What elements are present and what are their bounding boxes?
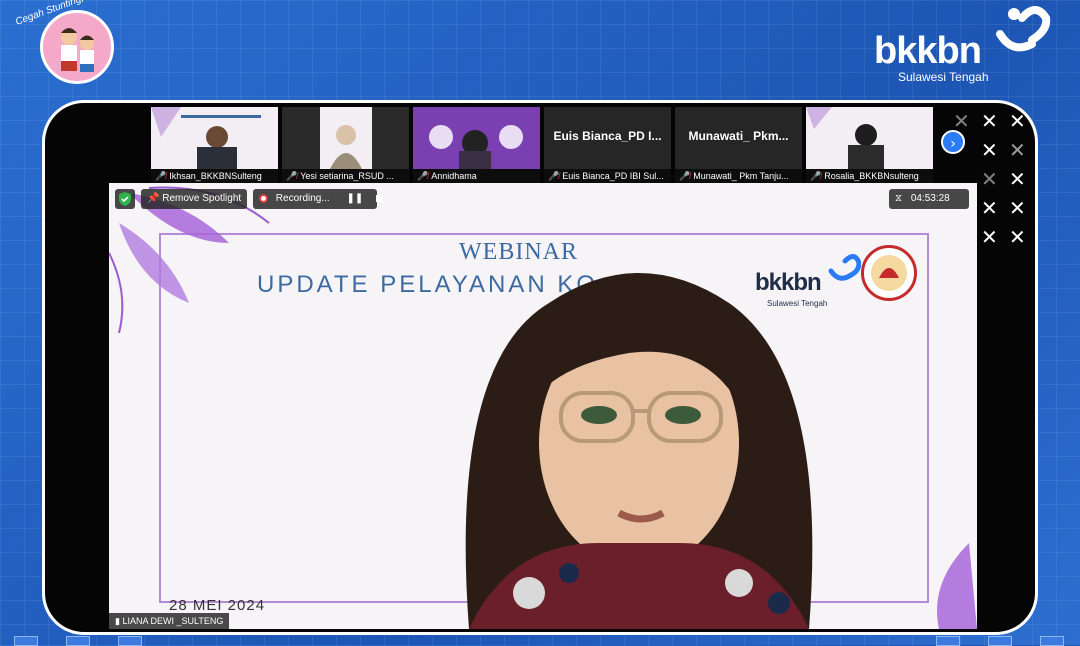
participant-name: 🎤̸ Ikhsan_BKKBNSulteng <box>151 169 278 183</box>
timer-value: 04:53:28 <box>910 193 950 204</box>
x-decoration-icon: ✕ <box>1009 167 1026 191</box>
x-decoration-icon: ✕ <box>1009 196 1026 220</box>
brand-name: bkkbn <box>874 30 982 72</box>
meeting-window: 🎤̸ Ikhsan_BKKBNSulteng 🎤̸ Yesi setiarina_R… <box>42 100 1038 635</box>
participant-name-text: Munawati_ Pkm Tanju... <box>693 171 789 181</box>
x-decoration-icon: ✕ <box>981 225 998 249</box>
participant-video <box>151 107 278 169</box>
chevron-right-icon: › <box>950 136 956 152</box>
brand-region: Sulawesi Tengah <box>898 70 989 84</box>
participant-label: Munawati_ Pkm... <box>688 129 789 143</box>
participant-tile[interactable]: 🎤̸ Yesi setiarina_RSUD ... <box>282 107 409 183</box>
mic-muted-icon: 🎤̸ <box>548 171 560 181</box>
participant-name-text: Annidhama <box>431 171 477 181</box>
leaf-decoration <box>937 543 977 629</box>
x-decoration-icon: ✕ <box>981 167 998 191</box>
participant-tile[interactable]: 🎤̸ Ikhsan_BKKBNSulteng <box>151 107 278 183</box>
participant-name: 🎤̸ Munawati_ Pkm Tanju... <box>675 169 802 183</box>
participant-label: Euis Bianca_PD I... <box>553 129 662 143</box>
bkkbn-logo: bkkbn Sulawesi Tengah <box>874 4 1054 84</box>
speaker-video <box>465 273 813 629</box>
mic-muted-icon: 🎤̸ <box>810 171 822 181</box>
participant-name: 🎤̸ Rosalia_BKKBNsulteng <box>806 169 933 183</box>
slide-date: 28 MEI 2024 <box>169 597 266 614</box>
brand-mark-icon <box>996 6 1051 52</box>
active-speaker-view: WEBINAR UPDATE PELAYANAN KO bkkbn Sulawe… <box>109 183 977 629</box>
record-dot-icon <box>259 193 268 203</box>
participant-tile[interactable]: 🎤̸ Annidhama <box>413 107 540 183</box>
participant-name-text: Rosalia_BKKBNsulteng <box>824 171 919 181</box>
remove-spotlight-button[interactable]: 📌 Remove Spotlight <box>141 189 248 209</box>
mic-muted-icon: 🎤̸ <box>679 171 691 181</box>
x-decoration-icon: ✕ <box>1009 109 1026 133</box>
meeting-timer: ⧖ 04:53:28 <box>889 189 969 209</box>
recording-label: Recording... <box>275 193 330 204</box>
x-decoration-icon: ✕ <box>981 196 998 220</box>
x-decoration-icon: ✕ <box>981 138 998 162</box>
participant-name-text: Euis Bianca_PD IBI Sul... <box>562 171 664 181</box>
participant-name: 🎤̸ Annidhama <box>413 169 540 183</box>
participant-name-text: Ikhsan_BKKBNSulteng <box>169 171 262 181</box>
speaker-name: LIANA DEWI _SULTENG <box>122 616 224 626</box>
x-decoration-icon: ✕ <box>1009 225 1026 249</box>
pin-icon: 📌 <box>147 193 160 204</box>
campaign-badge: Cegah Stunting, Itu Penting! <box>14 0 135 90</box>
x-decoration-icon: ✕ <box>981 109 998 133</box>
participant-video <box>413 107 540 169</box>
next-participants-button[interactable]: › <box>941 130 965 154</box>
mic-muted-icon: 🎤̸ <box>417 171 429 181</box>
signal-bars-icon: ▮ <box>115 616 120 626</box>
participant-name: 🎤̸ Yesi setiarina_RSUD ... <box>282 169 409 183</box>
ibi-seal-icon <box>861 245 917 301</box>
participant-name: 🎤̸ Euis Bianca_PD IBI Sul... <box>544 169 671 183</box>
pause-icon[interactable]: ❚❚ <box>346 193 363 204</box>
participant-video <box>282 107 409 169</box>
participant-video <box>806 107 933 169</box>
hourglass-icon: ⧖ <box>895 193 903 204</box>
stop-icon[interactable] <box>376 194 384 202</box>
x-decoration-icon: ✕ <box>953 109 970 133</box>
recording-indicator: Recording... ❚❚ <box>253 189 384 209</box>
speaker-name-tag: ▮ LIANA DEWI _SULTENG <box>109 613 230 629</box>
participant-tile[interactable]: Munawati_ Pkm... 🎤̸ Munawati_ Pkm Tanju..… <box>675 107 802 183</box>
security-shield-icon[interactable] <box>115 189 135 209</box>
x-decoration-icon: ✕ <box>1009 138 1026 162</box>
mic-muted-icon: 🎤̸ <box>155 171 167 181</box>
remove-spotlight-label: Remove Spotlight <box>162 193 242 204</box>
mic-muted-icon: 🎤̸ <box>286 171 298 181</box>
children-illustration <box>40 10 114 84</box>
participant-name-text: Yesi setiarina_RSUD ... <box>300 171 394 181</box>
participant-tile[interactable]: Euis Bianca_PD I... 🎤̸ Euis Bianca_PD IBI… <box>544 107 671 183</box>
participant-tile[interactable]: 🎤̸ Rosalia_BKKBNsulteng <box>806 107 933 183</box>
